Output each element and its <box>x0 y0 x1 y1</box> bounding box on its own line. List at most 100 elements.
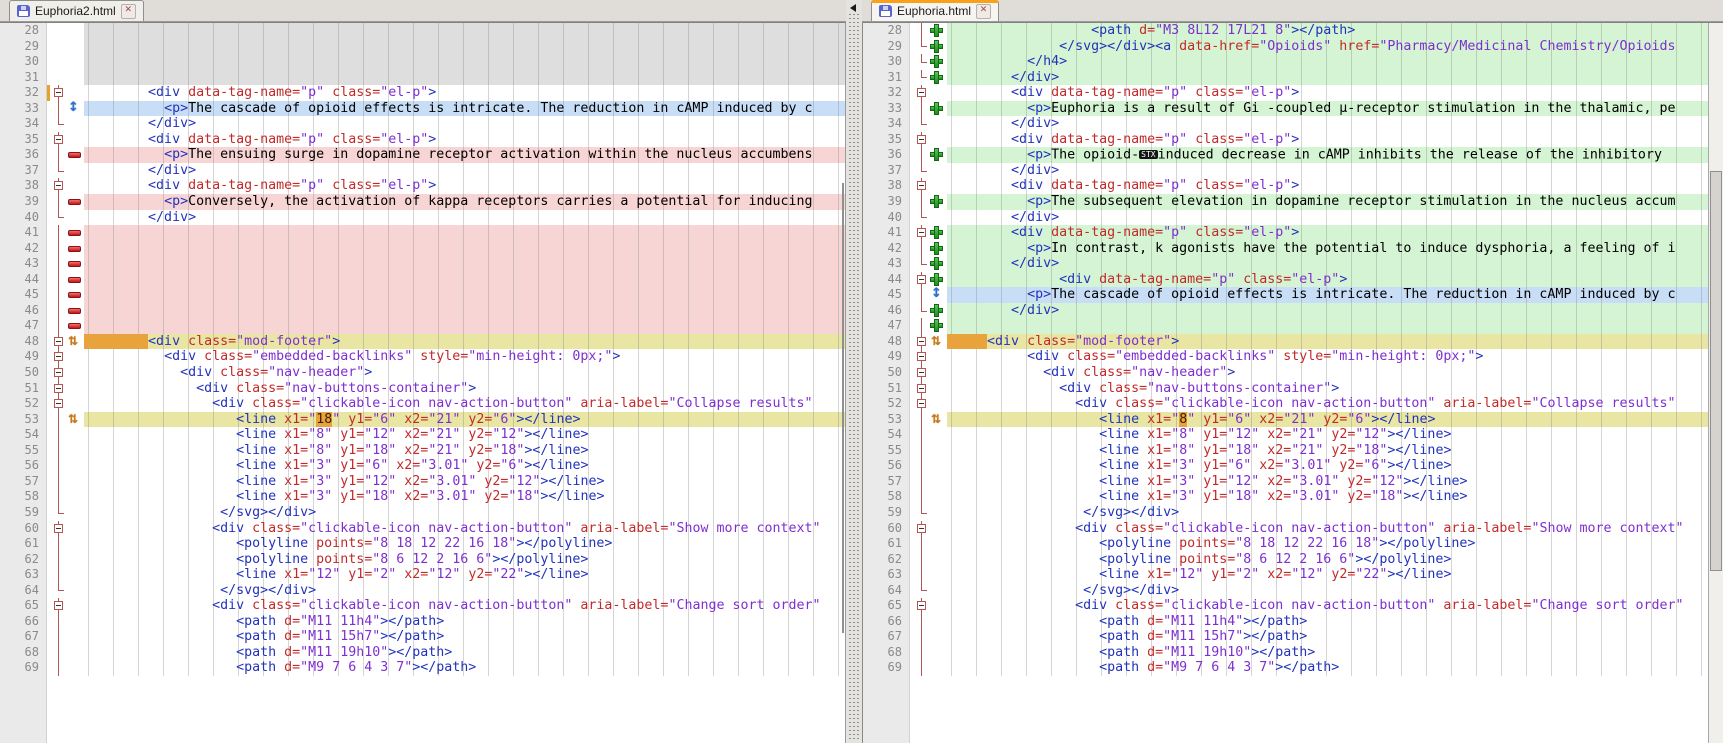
code-text[interactable]: <line x1="8" y1="12" x2="21" y2="12"></l… <box>84 427 845 443</box>
code-text[interactable]: </div> <box>84 163 845 179</box>
code-text[interactable]: <path d="M9 7 6 4 3 7"></path> <box>947 660 1709 676</box>
code-text[interactable]: <div class="mod-footer"> <box>947 334 1709 350</box>
code-text[interactable]: <polyline points="8 18 12 22 16 18"></po… <box>947 536 1709 552</box>
code-text[interactable]: <path d="M3 8L12 17L21 8"></path> <box>947 23 1709 39</box>
close-icon[interactable]: ✕ <box>121 4 136 19</box>
code-text[interactable]: <line x1="18" y1="6" x2="21" y2="6"></li… <box>84 412 845 428</box>
code-text[interactable]: </div> <box>84 210 845 226</box>
code-text[interactable]: <line x1="8" y1="18" x2="21" y2="18"></l… <box>947 443 1709 459</box>
code-text[interactable]: <path d="M11 15h7"></path> <box>947 629 1709 645</box>
code-text[interactable]: </svg></div><a data-href="Opioids" href=… <box>947 39 1709 55</box>
fold-collapse-icon[interactable] <box>54 384 63 393</box>
code-text[interactable]: <path d="M11 19h10"></path> <box>84 645 845 661</box>
code-text[interactable] <box>84 272 845 288</box>
fold-collapse-icon[interactable] <box>54 524 63 533</box>
code-text[interactable]: <p>The ensuing surge in dopamine recepto… <box>84 147 845 163</box>
tab-euphoria-html[interactable]: Euphoria.html ✕ <box>871 0 999 21</box>
code-text[interactable] <box>84 225 845 241</box>
code-text[interactable] <box>84 54 845 70</box>
code-text[interactable]: </h4> <box>947 54 1709 70</box>
code-text[interactable]: <line x1="8" y1="12" x2="21" y2="12"></l… <box>947 427 1709 443</box>
scrollbar-thumb[interactable] <box>1710 171 1722 571</box>
code-text[interactable]: <div data-tag-name="p" class="el-p"> <box>947 85 1709 101</box>
code-text[interactable]: <line x1="8" y1="18" x2="21" y2="18"></l… <box>84 443 845 459</box>
code-text[interactable] <box>84 256 845 272</box>
code-text[interactable]: <line x1="12" y1="2" x2="12" y2="22"></l… <box>947 567 1709 583</box>
code-text[interactable]: <polyline points="8 6 12 2 16 6"></polyl… <box>84 552 845 568</box>
fold-collapse-icon[interactable] <box>917 135 926 144</box>
code-text[interactable]: <line x1="3" y1="18" x2="3.01" y2="18"><… <box>947 489 1709 505</box>
code-text[interactable]: <path d="M11 11h4"></path> <box>947 614 1709 630</box>
left-scrollbar-thumb[interactable] <box>842 183 844 633</box>
code-text[interactable] <box>84 39 845 55</box>
code-text[interactable]: </div> <box>84 116 845 132</box>
code-text[interactable]: <div class="clickable-icon nav-action-bu… <box>947 396 1709 412</box>
fold-collapse-icon[interactable] <box>917 275 926 284</box>
fold-collapse-icon[interactable] <box>917 399 926 408</box>
code-text[interactable]: <p>In contrast, k agonists have the pote… <box>947 241 1709 257</box>
code-text[interactable]: <div data-tag-name="p" class="el-p"> <box>947 178 1709 194</box>
code-text[interactable]: <div class="clickable-icon nav-action-bu… <box>84 521 845 537</box>
fold-collapse-icon[interactable] <box>917 524 926 533</box>
left-editor[interactable]: 2829303132 <div data-tag-name="p" class=… <box>0 22 846 743</box>
code-text[interactable]: <line x1="3" y1="6" x2="3.01" y2="6"></l… <box>947 458 1709 474</box>
code-text[interactable]: <div data-tag-name="p" class="el-p"> <box>947 272 1709 288</box>
code-text[interactable]: </svg></div> <box>947 583 1709 599</box>
code-text[interactable]: <path d="M11 19h10"></path> <box>947 645 1709 661</box>
fold-collapse-icon[interactable] <box>54 601 63 610</box>
code-text[interactable]: <polyline points="8 18 12 22 16 18"></po… <box>84 536 845 552</box>
code-text[interactable]: <div class="nav-header"> <box>84 365 845 381</box>
fold-collapse-icon[interactable] <box>917 228 926 237</box>
code-text[interactable]: <polyline points="8 6 12 2 16 6"></polyl… <box>947 552 1709 568</box>
code-text[interactable]: </svg></div> <box>84 583 845 599</box>
code-text[interactable]: <line x1="3" y1="18" x2="3.01" y2="18"><… <box>84 489 845 505</box>
code-text[interactable]: <div data-tag-name="p" class="el-p"> <box>947 132 1709 148</box>
code-text[interactable] <box>84 318 845 334</box>
code-text[interactable]: <div class="clickable-icon nav-action-bu… <box>947 598 1709 614</box>
code-text[interactable]: <line x1="3" y1="6" x2="3.01" y2="6"></l… <box>84 458 845 474</box>
code-text[interactable]: <line x1="3" y1="12" x2="3.01" y2="12"><… <box>84 474 845 490</box>
code-text[interactable]: </div> <box>947 210 1709 226</box>
code-text[interactable]: <line x1="12" y1="2" x2="12" y2="22"></l… <box>84 567 845 583</box>
code-text[interactable] <box>84 287 845 303</box>
code-text[interactable]: <div data-tag-name="p" class="el-p"> <box>84 85 845 101</box>
right-editor[interactable]: 28 <path d="M3 8L12 17L21 8"></path>29 <… <box>862 22 1723 743</box>
code-text[interactable]: <div class="nav-buttons-container"> <box>947 381 1709 397</box>
code-text[interactable]: <p>The cascade of opioid effects is intr… <box>947 287 1709 303</box>
code-text[interactable] <box>947 318 1709 334</box>
code-text[interactable] <box>84 23 845 39</box>
fold-collapse-icon[interactable] <box>54 88 63 97</box>
code-text[interactable]: <div data-tag-name="p" class="el-p"> <box>84 178 845 194</box>
fold-collapse-icon[interactable] <box>54 135 63 144</box>
code-text[interactable]: <path d="M9 7 6 4 3 7"></path> <box>84 660 845 676</box>
code-text[interactable]: <path d="M11 11h4"></path> <box>84 614 845 630</box>
code-text[interactable]: <line x1="8" y1="6" x2="21" y2="6"></lin… <box>947 412 1709 428</box>
fold-collapse-icon[interactable] <box>917 337 926 346</box>
fold-collapse-icon[interactable] <box>54 337 63 346</box>
code-text[interactable]: <p>Euphoria is a result of Gi -coupled µ… <box>947 101 1709 117</box>
code-text[interactable]: </div> <box>947 163 1709 179</box>
code-text[interactable] <box>84 70 845 86</box>
fold-collapse-icon[interactable] <box>917 181 926 190</box>
code-text[interactable]: <path d="M11 15h7"></path> <box>84 629 845 645</box>
code-text[interactable]: <div class="mod-footer"> <box>84 334 845 350</box>
code-text[interactable]: <div class="clickable-icon nav-action-bu… <box>84 396 845 412</box>
fold-collapse-icon[interactable] <box>917 352 926 361</box>
close-icon[interactable]: ✕ <box>976 4 991 19</box>
tab-euphoria2-html[interactable]: Euphoria2.html ✕ <box>9 0 144 21</box>
code-text[interactable] <box>84 303 845 319</box>
code-text[interactable]: </div> <box>947 70 1709 86</box>
view-splitter[interactable] <box>846 0 862 743</box>
code-text[interactable]: <div class="nav-buttons-container"> <box>84 381 845 397</box>
code-text[interactable]: </svg></div> <box>84 505 845 521</box>
code-text[interactable]: </div> <box>947 116 1709 132</box>
code-text[interactable]: <p>The subsequent elevation in dopamine … <box>947 194 1709 210</box>
code-text[interactable]: <div data-tag-name="p" class="el-p"> <box>84 132 845 148</box>
code-text[interactable]: <p>The cascade of opioid effects is intr… <box>84 101 845 117</box>
splitter-collapse-arrow-icon[interactable] <box>850 4 856 12</box>
code-text[interactable]: </div> <box>947 256 1709 272</box>
code-text[interactable]: <p>Conversely, the activation of kappa r… <box>84 194 845 210</box>
code-text[interactable]: <div class="clickable-icon nav-action-bu… <box>947 521 1709 537</box>
code-text[interactable]: </svg></div> <box>947 505 1709 521</box>
code-text[interactable]: <div class="nav-header"> <box>947 365 1709 381</box>
